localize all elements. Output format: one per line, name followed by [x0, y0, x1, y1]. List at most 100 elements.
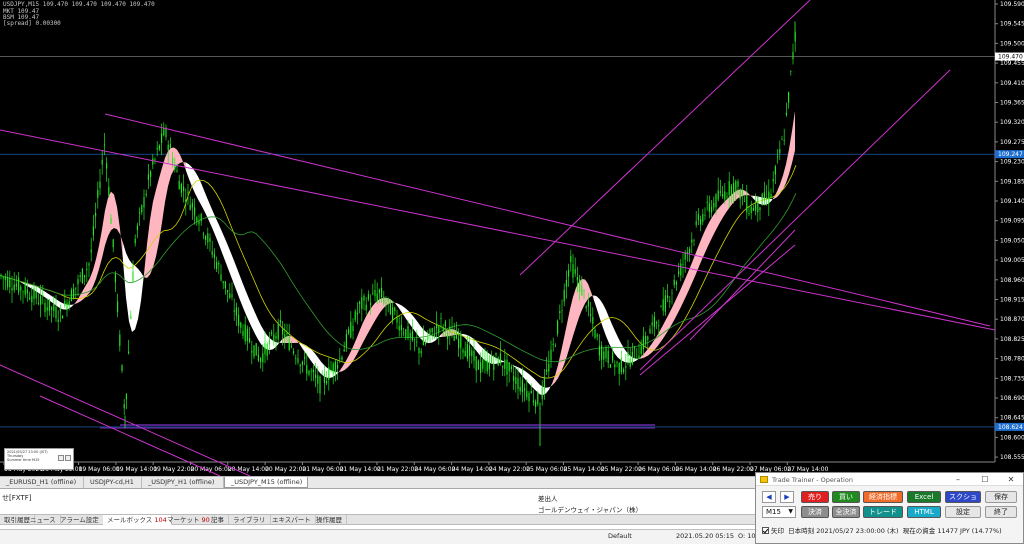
candle-body: [728, 181, 730, 196]
sender-column-header[interactable]: 差出人: [538, 493, 558, 503]
current-funds-label: 現在の資金: [902, 527, 936, 535]
chart-tab-usdjpy-m15[interactable]: _USDJPY_M15 (offline): [224, 477, 308, 488]
candle-body: [598, 345, 600, 356]
trend-line: [519, 0, 811, 276]
candle-body: [583, 289, 585, 291]
maximize-icon[interactable]: ☐: [976, 474, 994, 485]
candle-body: [341, 356, 343, 360]
candle-body: [594, 329, 596, 338]
ma-band-down: [249, 298, 252, 328]
candle-body: [757, 197, 759, 213]
screenshot-button[interactable]: スクショ: [945, 491, 981, 503]
candle-body: [224, 281, 226, 289]
ma-band-down: [606, 310, 609, 344]
tab-operation-log[interactable]: 操作履歴: [312, 515, 347, 525]
candle-body: [636, 358, 638, 360]
ma-band-up: [162, 157, 165, 223]
candle-body: [222, 281, 224, 284]
candle-body: [257, 354, 259, 361]
trade-trainer-window[interactable]: Trade Trainer - Operation – ☐ ✕ ◀ ▶ 売り 買…: [755, 472, 1024, 544]
trade-trainer-status-line: 矢印 日本時刻 2021/05/27 23:00:00 (木) 現在の資金 11…: [762, 525, 1002, 535]
next-bar-button[interactable]: ▶: [780, 491, 794, 503]
ma-band-up: [645, 348, 648, 358]
ma-band-up: [714, 209, 717, 234]
candle-body: [189, 204, 191, 210]
candle-body: [614, 364, 616, 368]
buy-button[interactable]: 買い: [832, 491, 860, 503]
candle-body: [176, 170, 178, 172]
chart-tab-usdjpy-cd-h1[interactable]: USDJPY-cd,H1: [84, 477, 142, 488]
candle-body: [101, 159, 103, 165]
ma-band-down: [495, 357, 498, 364]
trade-button[interactable]: トレード: [863, 506, 903, 518]
candle-body: [541, 387, 543, 399]
candle-body: [66, 302, 68, 311]
candle-body: [631, 351, 633, 364]
tab-label: ニュース: [30, 516, 56, 524]
candle-body: [394, 307, 396, 312]
tab-alarm-settings[interactable]: アラーム設定: [56, 515, 104, 525]
ma-band-down: [402, 305, 405, 318]
candle-body: [68, 301, 70, 307]
html-button[interactable]: HTML: [907, 506, 941, 518]
candle-body: [730, 185, 732, 195]
candle-body: [42, 294, 44, 296]
candle-body: [673, 279, 675, 286]
candle-body: [343, 349, 345, 352]
minimize-icon[interactable]: –: [949, 474, 967, 485]
candle-body: [554, 345, 556, 347]
close-position-button[interactable]: 決済: [801, 506, 829, 518]
price-chart[interactable]: 109.590 109.545 109.500 109.455 109.410 109.3…: [0, 0, 1024, 476]
ma-band-down: [123, 242, 126, 298]
tab-library[interactable]: ライブラリ: [229, 515, 271, 525]
candle-body: [783, 140, 785, 141]
save-button[interactable]: 保存: [985, 491, 1017, 503]
candle-body: [770, 194, 772, 198]
tab-label: ライブラリ: [233, 516, 266, 524]
sell-button[interactable]: 売り: [801, 491, 829, 503]
ma-band-up: [561, 338, 564, 373]
trade-trainer-titlebar[interactable]: Trade Trainer - Operation – ☐ ✕: [756, 473, 1023, 486]
chart-tab-usdjpy-h1[interactable]: _USDJPY_H1 (offline): [142, 477, 224, 488]
date-mini-window[interactable]: 2021/05/27 23:00 (JST) Thursday Summer t…: [4, 448, 74, 470]
ma-band-down: [237, 268, 240, 300]
ma-band-down: [519, 367, 522, 376]
candle-body: [4, 277, 6, 281]
ma-band-down: [594, 295, 597, 310]
candle-body: [134, 238, 136, 244]
time-tick-label: 25 May 22:00: [601, 466, 642, 473]
close-all-button[interactable]: 全決済: [832, 506, 860, 518]
exit-button[interactable]: 終了: [985, 506, 1017, 518]
status-bar: Default 2021.05.20 05:15 O: 10: [0, 529, 756, 544]
mini-next-button[interactable]: [65, 455, 71, 461]
tab-experts[interactable]: エキスパート: [268, 515, 316, 525]
close-icon[interactable]: ✕: [1002, 474, 1020, 485]
settings-button[interactable]: 設定: [945, 506, 981, 518]
ma-band-down: [219, 224, 222, 253]
candle-body: [425, 341, 427, 344]
candle-body: [158, 145, 160, 150]
candle-body: [416, 341, 418, 343]
chart-tab-eurusd-h1[interactable]: _EURUSD_H1 (offline): [0, 477, 84, 488]
price-tick-label: 109.230: [1000, 159, 1024, 166]
tab-mailbox[interactable]: メールボックス 104: [103, 515, 172, 525]
candle-body: [33, 287, 35, 299]
candle-body: [590, 314, 592, 316]
candle-body: [301, 361, 303, 365]
candle-body: [574, 269, 576, 274]
excel-button[interactable]: Excel: [907, 491, 941, 503]
mini-prev-button[interactable]: [58, 455, 64, 461]
chart-canvas[interactable]: 109.590 109.545 109.500 109.455 109.410 109.3…: [0, 0, 1024, 476]
arrow-checkbox[interactable]: [762, 527, 769, 534]
candle-body: [268, 339, 270, 345]
mail-sender-cell[interactable]: ゴールデンウェイ・ジャパン（株）: [538, 504, 642, 514]
time-tick-label: 20 May 22:00: [265, 466, 306, 473]
prev-bar-button[interactable]: ◀: [762, 491, 776, 503]
candle-body: [629, 358, 631, 367]
candle-body: [759, 207, 761, 211]
tab-articles[interactable]: 記事: [207, 515, 229, 525]
candle-body: [79, 275, 81, 278]
candle-body: [682, 264, 684, 265]
timeframe-select[interactable]: M15 ▼: [762, 506, 796, 518]
economic-indicator-button[interactable]: 経済指標: [863, 491, 903, 503]
